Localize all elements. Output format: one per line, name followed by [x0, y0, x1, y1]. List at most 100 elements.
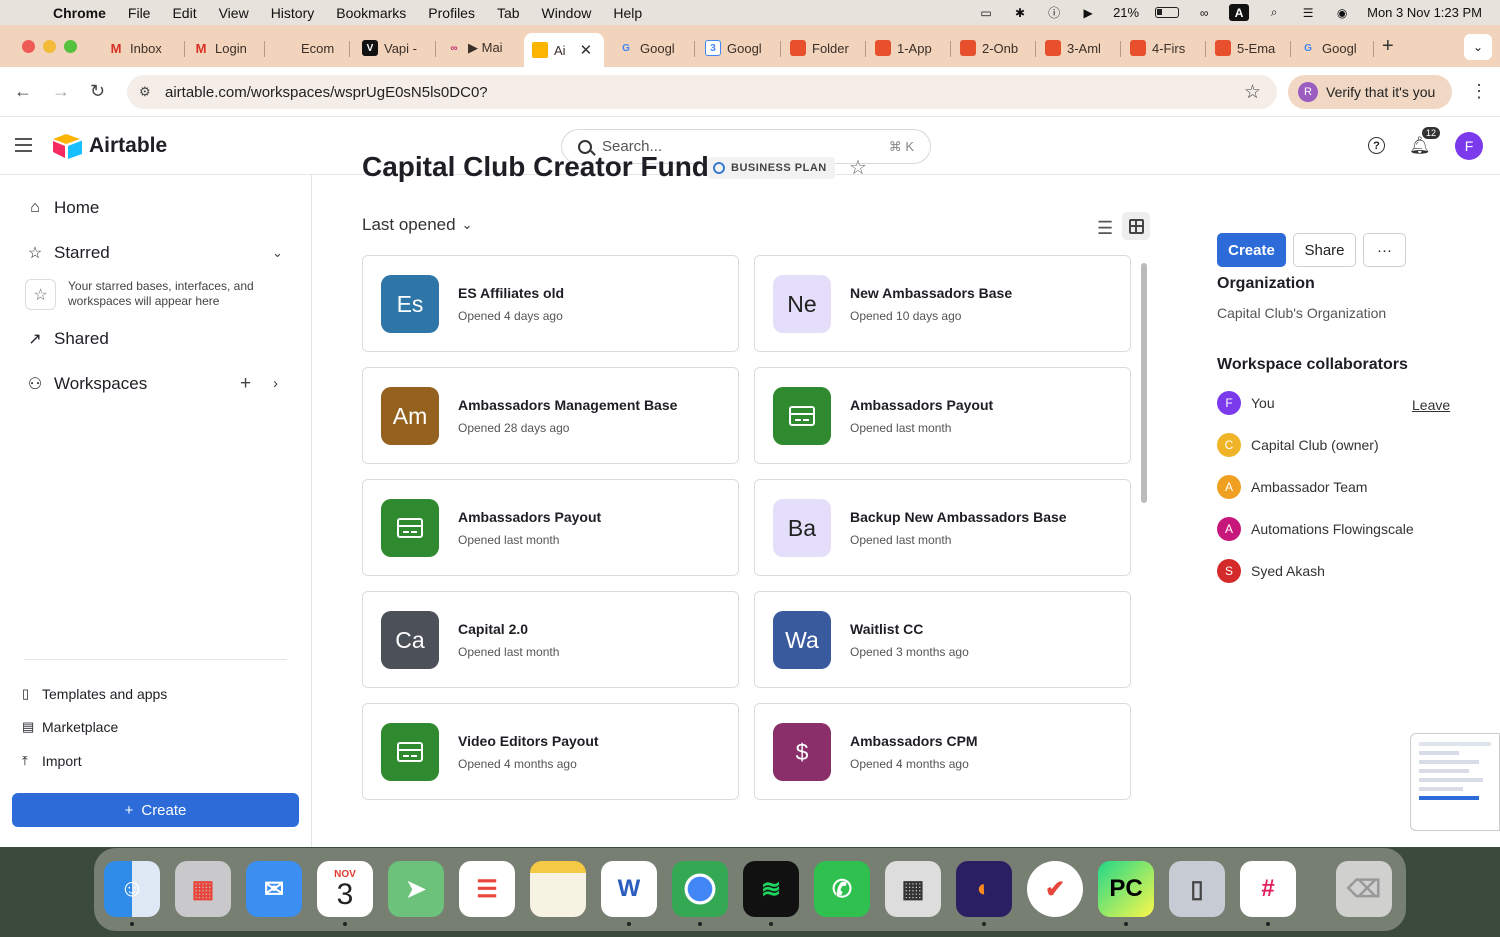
tab-folder[interactable]: Folder: [782, 33, 866, 63]
base-card[interactable]: Es ES Affiliates old Opened 4 days ago: [362, 255, 739, 352]
tab-login[interactable]: M Login: [185, 33, 265, 63]
whatsapp-icon[interactable]: ✆: [814, 861, 870, 917]
tab-search-chevron-icon[interactable]: ⌄: [1464, 34, 1492, 60]
spotlight-icon[interactable]: ⌕: [1265, 5, 1283, 20]
address-bar[interactable]: ⚙ airtable.com/workspaces/wsprUgE0sN5ls0…: [127, 75, 1277, 109]
launchpad-icon[interactable]: ▦: [175, 861, 231, 917]
menu-file[interactable]: File: [117, 5, 162, 21]
trash-icon[interactable]: ⌫: [1336, 861, 1392, 917]
import-link[interactable]: ⤒ Import: [22, 753, 82, 769]
base-card[interactable]: Ne New Ambassadors Base Opened 10 days ago: [754, 255, 1131, 352]
bookmark-star-icon[interactable]: ☆: [1244, 81, 1261, 104]
firefox-icon[interactable]: ◐: [956, 861, 1012, 917]
grid-view-button[interactable]: [1122, 212, 1150, 240]
site-settings-icon[interactable]: ⚙: [139, 84, 157, 100]
tab-ecom[interactable]: Ecom: [265, 33, 350, 63]
hamburger-menu-icon[interactable]: [15, 138, 32, 152]
base-card[interactable]: $ Ambassadors CPM Opened 4 months ago: [754, 703, 1131, 800]
menu-history[interactable]: History: [260, 5, 326, 21]
tab-vapi[interactable]: V Vapi -: [354, 33, 436, 63]
menu-window[interactable]: Window: [531, 5, 603, 21]
leave-workspace-link[interactable]: Leave: [1412, 397, 1450, 413]
tab-doc-1[interactable]: 1-App: [867, 33, 951, 63]
help-icon[interactable]: ?: [1368, 137, 1385, 154]
collaborator-row[interactable]: F You: [1217, 391, 1275, 415]
battery-icon[interactable]: [1155, 7, 1180, 18]
menu-profiles[interactable]: Profiles: [417, 5, 486, 21]
bluetooth-icon[interactable]: ✱: [1011, 6, 1029, 20]
sidebar-item-home[interactable]: ⌂ Home: [26, 198, 99, 218]
close-tab-icon[interactable]: ✕: [580, 41, 593, 59]
base-card[interactable]: Ca Capital 2.0 Opened last month: [362, 591, 739, 688]
screenshot-thumbnail[interactable]: [1410, 733, 1500, 831]
calendar-icon[interactable]: NOV 3: [317, 861, 373, 917]
workspace-title[interactable]: Capital Club Creator Fund: [362, 151, 709, 183]
base-card[interactable]: Video Editors Payout Opened 4 months ago: [362, 703, 739, 800]
sidebar-item-shared[interactable]: ↗ Shared: [26, 329, 109, 349]
input-source-icon[interactable]: A: [1229, 4, 1250, 21]
sidebar-item-starred[interactable]: ☆ Starred: [26, 243, 110, 263]
minimize-window-icon[interactable]: [43, 40, 56, 53]
tab-doc-4[interactable]: 4-Firs: [1122, 33, 1206, 63]
pycharm-icon[interactable]: PC: [1098, 861, 1154, 917]
favorite-star-icon[interactable]: ☆: [849, 155, 867, 180]
airtable-logo[interactable]: Airtable: [53, 133, 167, 159]
marketplace-link[interactable]: ▤ Marketplace: [22, 719, 118, 735]
accessibility-icon[interactable]: ⓘ: [1045, 6, 1063, 20]
menu-help[interactable]: Help: [602, 5, 653, 21]
chevron-down-icon[interactable]: ⌄: [272, 245, 283, 261]
verify-identity-button[interactable]: R Verify that it's you: [1288, 75, 1452, 109]
create-button[interactable]: Create: [1217, 233, 1286, 267]
collaborator-row[interactable]: S Syed Akash: [1217, 559, 1325, 583]
notes-icon[interactable]: [530, 861, 586, 917]
url-text[interactable]: airtable.com/workspaces/wsprUgE0sN5ls0DC…: [165, 84, 488, 101]
tick-icon[interactable]: ✔: [1027, 861, 1083, 917]
new-tab-icon[interactable]: +: [1382, 35, 1394, 58]
base-card[interactable]: Ambassadors Payout Opened last month: [754, 367, 1131, 464]
user-avatar[interactable]: F: [1455, 132, 1483, 160]
tab-doc-2[interactable]: 2-Onb: [952, 33, 1036, 63]
zoom-window-icon[interactable]: [64, 40, 77, 53]
sidebar-create-button[interactable]: + Create: [12, 793, 299, 827]
notifications-bell-icon[interactable]: 🔔︎: [1409, 136, 1431, 156]
sidebar-item-workspaces[interactable]: ⚇ Workspaces: [26, 374, 147, 394]
iphone-mirroring-icon[interactable]: ▯: [1169, 861, 1225, 917]
menu-bookmarks[interactable]: Bookmarks: [325, 5, 417, 21]
tab-airtable-active[interactable]: Ai ✕: [524, 33, 604, 67]
collaborator-row[interactable]: C Capital Club (owner): [1217, 433, 1379, 457]
mail-icon[interactable]: ✉: [246, 861, 302, 917]
spotify-icon[interactable]: ≋: [743, 861, 799, 917]
play-icon[interactable]: ▶: [1079, 6, 1097, 20]
plan-badge[interactable]: BUSINESS PLAN: [707, 157, 835, 179]
menubar-clock[interactable]: Mon 3 Nov 1:23 PM: [1367, 5, 1482, 20]
control-center-icon[interactable]: ☰: [1299, 6, 1317, 20]
calculator-icon[interactable]: ▦: [885, 861, 941, 917]
chrome-icon[interactable]: [672, 861, 728, 917]
reload-icon[interactable]: ↻: [90, 81, 105, 102]
tab-inbox[interactable]: M Inbox: [100, 33, 185, 63]
chevron-right-icon[interactable]: ›: [273, 375, 278, 392]
base-card[interactable]: Ba Backup New Ambassadors Base Opened last…: [754, 479, 1131, 576]
siri-icon[interactable]: ◉: [1333, 6, 1351, 20]
close-window-icon[interactable]: [22, 40, 35, 53]
organization-name[interactable]: Capital Club's Organization: [1217, 305, 1386, 321]
menu-edit[interactable]: Edit: [161, 5, 207, 21]
share-button[interactable]: Share: [1293, 233, 1356, 267]
menu-view[interactable]: View: [208, 5, 260, 21]
main-scrollbar[interactable]: [1141, 263, 1147, 503]
templates-and-apps-link[interactable]: ▯ Templates and apps: [22, 686, 167, 702]
back-icon[interactable]: ←: [14, 81, 32, 102]
link-icon[interactable]: ∞: [1195, 6, 1213, 20]
finder-icon[interactable]: ☺: [104, 861, 160, 917]
forward-icon[interactable]: →: [52, 81, 70, 102]
menu-app-name[interactable]: Chrome: [42, 5, 117, 21]
tab-google-2[interactable]: G Googl: [1292, 33, 1374, 63]
add-workspace-icon[interactable]: +: [240, 373, 251, 395]
collaborator-row[interactable]: A Automations Flowingscale: [1217, 517, 1414, 541]
tab-google-calendar[interactable]: 3 Googl: [697, 33, 781, 63]
base-card[interactable]: Am Ambassadors Management Base Opened 28 d…: [362, 367, 739, 464]
base-card[interactable]: Ambassadors Payout Opened last month: [362, 479, 739, 576]
tab-make[interactable]: ∞ ▶ Mai: [438, 33, 522, 63]
list-view-icon[interactable]: ☰: [1097, 218, 1113, 239]
sort-dropdown[interactable]: Last opened ⌄: [362, 215, 473, 235]
